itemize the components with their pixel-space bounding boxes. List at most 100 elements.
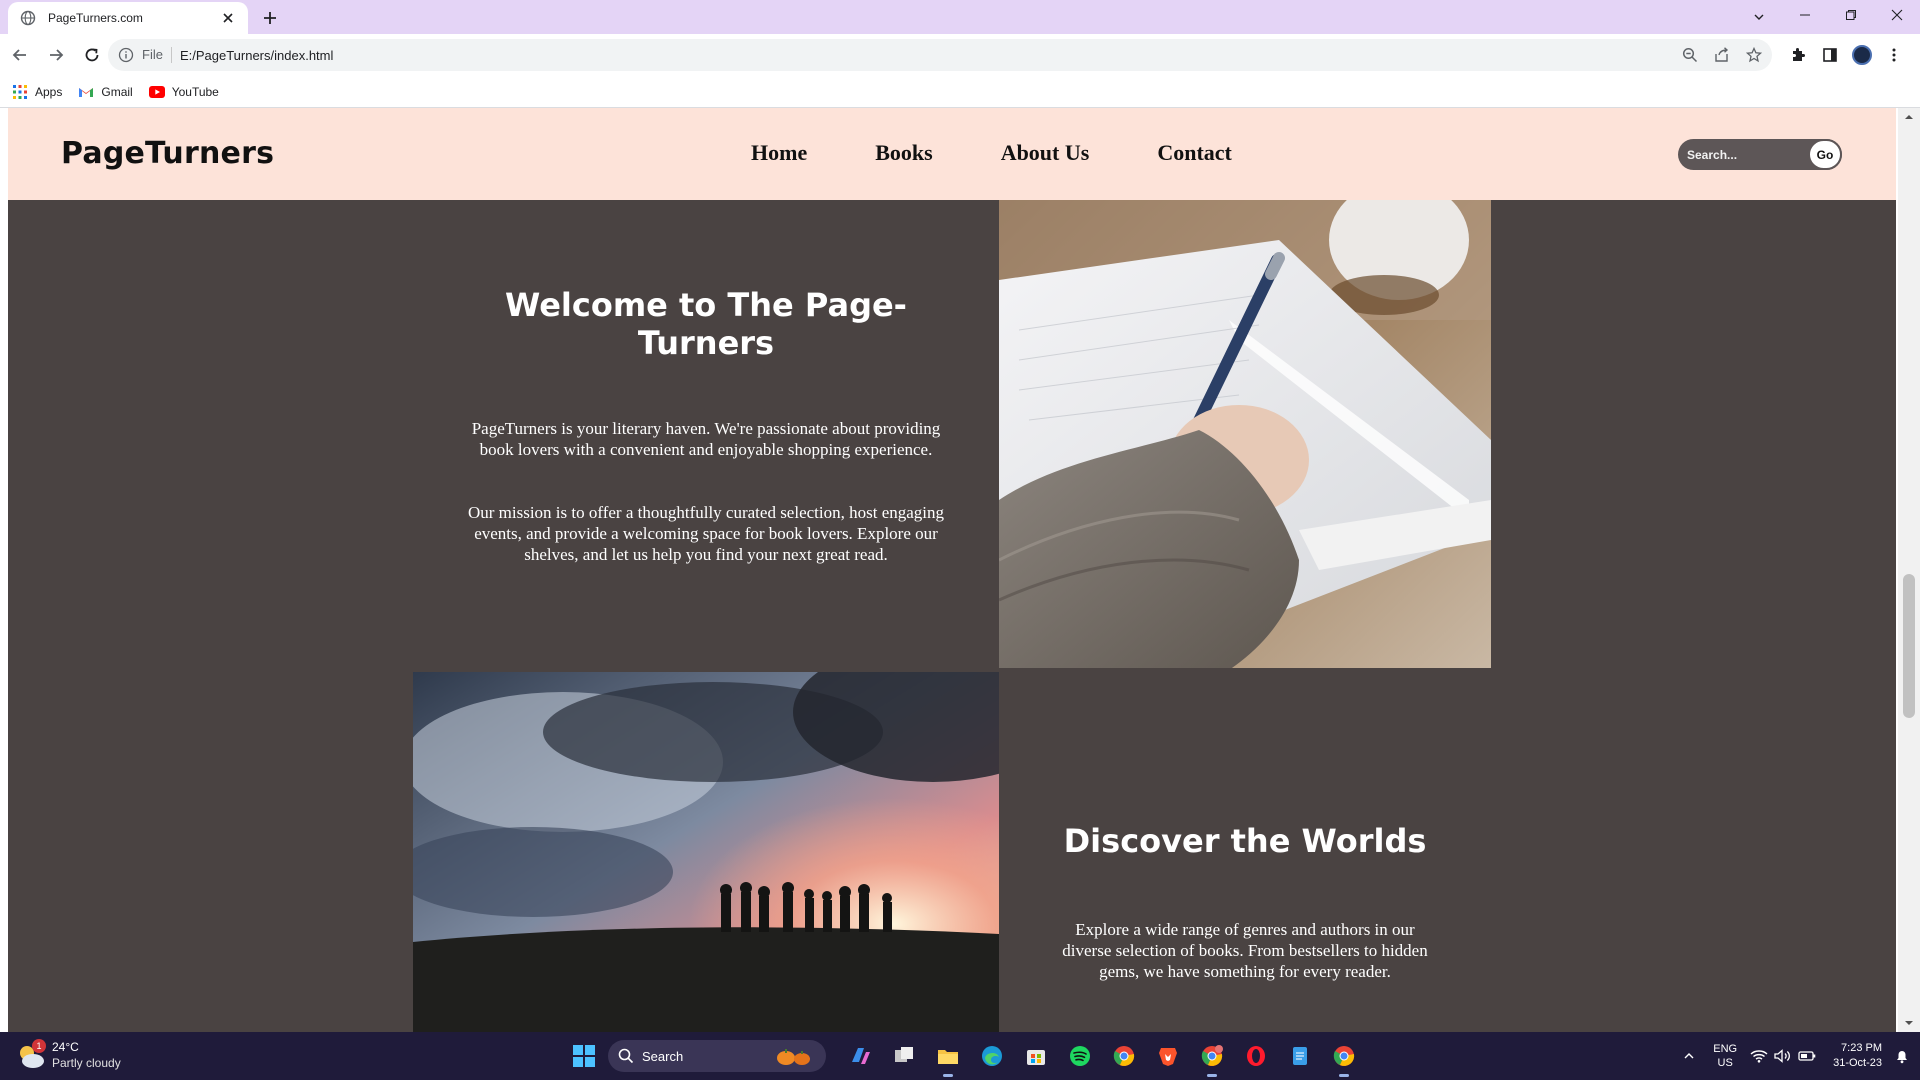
discover-section: Discover the Worlds Explore a wide range…: [999, 672, 1491, 1032]
site-nav: Home Books About Us Contact: [751, 140, 1300, 166]
chrome-active-app-icon[interactable]: [1326, 1038, 1362, 1077]
volume-icon[interactable]: [1773, 1046, 1793, 1066]
weather-badge: 1: [32, 1038, 46, 1053]
nav-books-link[interactable]: Books: [875, 140, 932, 166]
brave-browser-icon[interactable]: [1150, 1038, 1186, 1074]
welcome-paragraph-2: Our mission is to offer a thoughtfully c…: [467, 503, 945, 564]
reload-button[interactable]: [76, 39, 108, 71]
bookmark-youtube[interactable]: YouTube: [148, 84, 219, 100]
file-explorer-icon[interactable]: [930, 1038, 966, 1077]
close-icon: [1891, 9, 1903, 21]
task-view-icon[interactable]: [886, 1038, 922, 1074]
search-icon: [618, 1048, 634, 1064]
notepad-icon[interactable]: [1282, 1038, 1318, 1074]
toolbar-right: [1782, 39, 1910, 71]
restore-icon: [1846, 10, 1856, 20]
browser-toolbar: File E:/PageTurners/index.html: [0, 34, 1920, 76]
bookmark-gmail[interactable]: Gmail: [78, 84, 133, 100]
side-panel-icon: [1823, 48, 1837, 62]
browser-tab-strip: PageTurners.com: [0, 0, 1920, 34]
taskbar-search-label: Search: [642, 1048, 684, 1064]
tab-search-button[interactable]: [1746, 4, 1772, 30]
spotify-icon[interactable]: [1062, 1038, 1098, 1074]
discover-paragraph: Explore a wide range of genres and autho…: [1062, 920, 1428, 981]
chrome-profile-app-icon[interactable]: [1194, 1038, 1230, 1077]
globe-icon: [20, 10, 36, 26]
windows-logo-icon: [573, 1045, 595, 1067]
wifi-icon[interactable]: [1749, 1046, 1769, 1066]
profile-button[interactable]: [1846, 39, 1878, 71]
bookmark-label: YouTube: [171, 84, 219, 99]
new-tab-button[interactable]: [260, 8, 280, 28]
battery-icon[interactable]: [1797, 1046, 1817, 1066]
arrow-right-icon: [50, 49, 64, 61]
restore-button[interactable]: [1828, 0, 1874, 30]
site-logo[interactable]: PageTurners: [61, 136, 274, 171]
side-panel-button[interactable]: [1814, 39, 1846, 71]
browser-menu-button[interactable]: [1878, 39, 1910, 71]
search-input[interactable]: [1678, 139, 1806, 170]
window-controls: [1782, 0, 1920, 34]
nav-contact-link[interactable]: Contact: [1157, 140, 1232, 166]
browser-tab-active[interactable]: PageTurners.com: [8, 2, 248, 34]
chevron-down-icon: [1754, 14, 1764, 20]
bookmark-label: Apps: [35, 84, 63, 99]
extensions-button[interactable]: [1782, 39, 1814, 71]
taskbar-clock[interactable]: 7:23 PM 31-Oct-23: [1833, 1041, 1882, 1071]
discover-title: Discover the Worlds: [1063, 822, 1427, 860]
clock-time: 7:23 PM: [1841, 1042, 1882, 1054]
notification-bell-icon[interactable]: [1892, 1046, 1912, 1066]
opera-browser-icon[interactable]: [1238, 1038, 1274, 1074]
back-button[interactable]: [4, 39, 36, 71]
address-url[interactable]: E:/PageTurners/index.html: [180, 48, 1676, 63]
chevron-up-icon: [1684, 1053, 1694, 1059]
plus-icon: [264, 12, 276, 24]
halloween-pumpkin-icon: [777, 1049, 810, 1065]
nav-about-link[interactable]: About Us: [1001, 140, 1090, 166]
address-scheme: File: [142, 47, 172, 63]
tab-close-icon[interactable]: [220, 10, 236, 26]
scrollbar-thumb[interactable]: [1903, 574, 1915, 718]
info-icon[interactable]: [118, 47, 134, 63]
language-indicator[interactable]: ENG US: [1713, 1042, 1737, 1070]
close-window-button[interactable]: [1874, 0, 1920, 30]
bookmark-label: Gmail: [101, 84, 133, 99]
scroll-down-icon[interactable]: [1904, 1018, 1914, 1028]
forward-button[interactable]: [40, 39, 72, 71]
tray-overflow-button[interactable]: [1677, 1044, 1701, 1068]
site-search: Go: [1678, 139, 1842, 170]
chrome-app-icon[interactable]: [1106, 1038, 1142, 1074]
bookmark-apps[interactable]: Apps: [12, 84, 62, 100]
kebab-menu-icon: [1892, 48, 1896, 62]
zoom-icon[interactable]: [1676, 41, 1704, 69]
profile-avatar: [1852, 45, 1872, 65]
system-tray: ENG US 7:23 PM 31-Oct-23: [1677, 1032, 1912, 1080]
taskbar-apps: Search: [566, 1038, 1366, 1077]
edge-browser-icon[interactable]: [974, 1038, 1010, 1074]
start-button[interactable]: [566, 1038, 602, 1074]
taskbar-search[interactable]: Search: [608, 1040, 826, 1072]
weather-condition: Partly cloudy: [52, 1056, 121, 1070]
page-body: PageTurners Home Books About Us Contact …: [8, 108, 1896, 1032]
arrow-left-icon: [12, 49, 26, 61]
address-bar[interactable]: File E:/PageTurners/index.html: [108, 39, 1772, 71]
minimize-icon: [1800, 14, 1810, 16]
lang-region: US: [1717, 1057, 1733, 1069]
copilot-app-icon[interactable]: [842, 1038, 878, 1074]
weather-temp: 24°C: [52, 1040, 79, 1054]
bookmark-star-icon[interactable]: [1740, 41, 1768, 69]
scroll-up-icon[interactable]: [1904, 112, 1914, 122]
nav-home-link[interactable]: Home: [751, 140, 807, 166]
microsoft-store-icon[interactable]: [1018, 1038, 1054, 1074]
bookmarks-bar: Apps Gmail YouTube: [0, 76, 1920, 108]
puzzle-icon: [1793, 48, 1805, 61]
weather-widget[interactable]: 1 24°C Partly cloudy: [16, 1038, 121, 1071]
page-scrollbar[interactable]: [1898, 108, 1920, 1032]
windows-taskbar: 1 24°C Partly cloudy Search ENG US 7:23 …: [0, 1032, 1920, 1080]
page-viewport: PageTurners Home Books About Us Contact …: [0, 108, 1920, 1032]
share-icon[interactable]: [1708, 41, 1736, 69]
sky-silhouette-photo: [413, 672, 999, 1032]
minimize-button[interactable]: [1782, 0, 1828, 30]
search-go-button[interactable]: Go: [1808, 139, 1842, 170]
clock-date: 31-Oct-23: [1833, 1057, 1882, 1069]
